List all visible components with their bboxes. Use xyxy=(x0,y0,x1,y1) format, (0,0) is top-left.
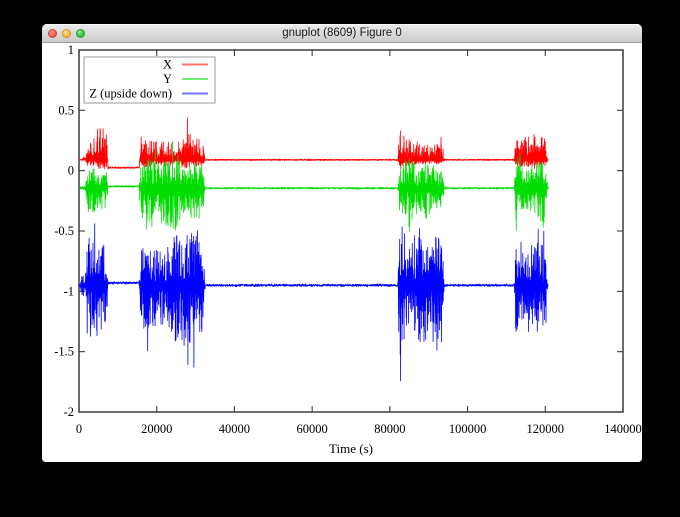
plot-area: 0 20000 40000 60000 80000 100000 120000 140000 1… xyxy=(42,43,642,462)
y-tick-label: -1 xyxy=(64,284,74,298)
legend-label: Y xyxy=(163,72,172,86)
x-axis-label: Time (s) xyxy=(329,441,373,456)
x-tick-label: 140000 xyxy=(604,422,642,436)
gnuplot-window: gnuplot (8609) Figure 0 0 20000 40000 60000… xyxy=(42,24,642,462)
x-tick-label: 0 xyxy=(76,422,82,436)
legend: XYZ (upside down) xyxy=(84,57,215,103)
y-tick-label: 0.5 xyxy=(58,103,74,117)
chart-canvas: 0 20000 40000 60000 80000 100000 120000 140000 1… xyxy=(42,43,642,462)
y-tick-label: 0 xyxy=(68,164,74,178)
y-tick-label: 1 xyxy=(68,43,74,57)
x-tick-label: 60000 xyxy=(297,422,328,436)
x-tick-label: 40000 xyxy=(219,422,250,436)
legend-label: X xyxy=(163,58,172,72)
x-tick-label: 80000 xyxy=(374,422,405,436)
y-tick-label: -0.5 xyxy=(54,224,74,238)
y-tick-label: -1.5 xyxy=(54,345,74,359)
x-tick-label: 20000 xyxy=(141,422,172,436)
series-group xyxy=(79,118,548,381)
title-bar[interactable]: gnuplot (8609) Figure 0 xyxy=(42,24,642,43)
x-tick-label: 100000 xyxy=(449,422,487,436)
x-tick-label: 120000 xyxy=(527,422,565,436)
plot-frame xyxy=(79,50,623,412)
series-line-z-upside-down xyxy=(79,224,548,381)
y-tick-label: -2 xyxy=(64,405,74,419)
series-line-x xyxy=(79,118,548,169)
window-title: gnuplot (8609) Figure 0 xyxy=(42,24,642,42)
series-line-y xyxy=(79,142,548,231)
legend-label: Z (upside down) xyxy=(89,87,172,101)
